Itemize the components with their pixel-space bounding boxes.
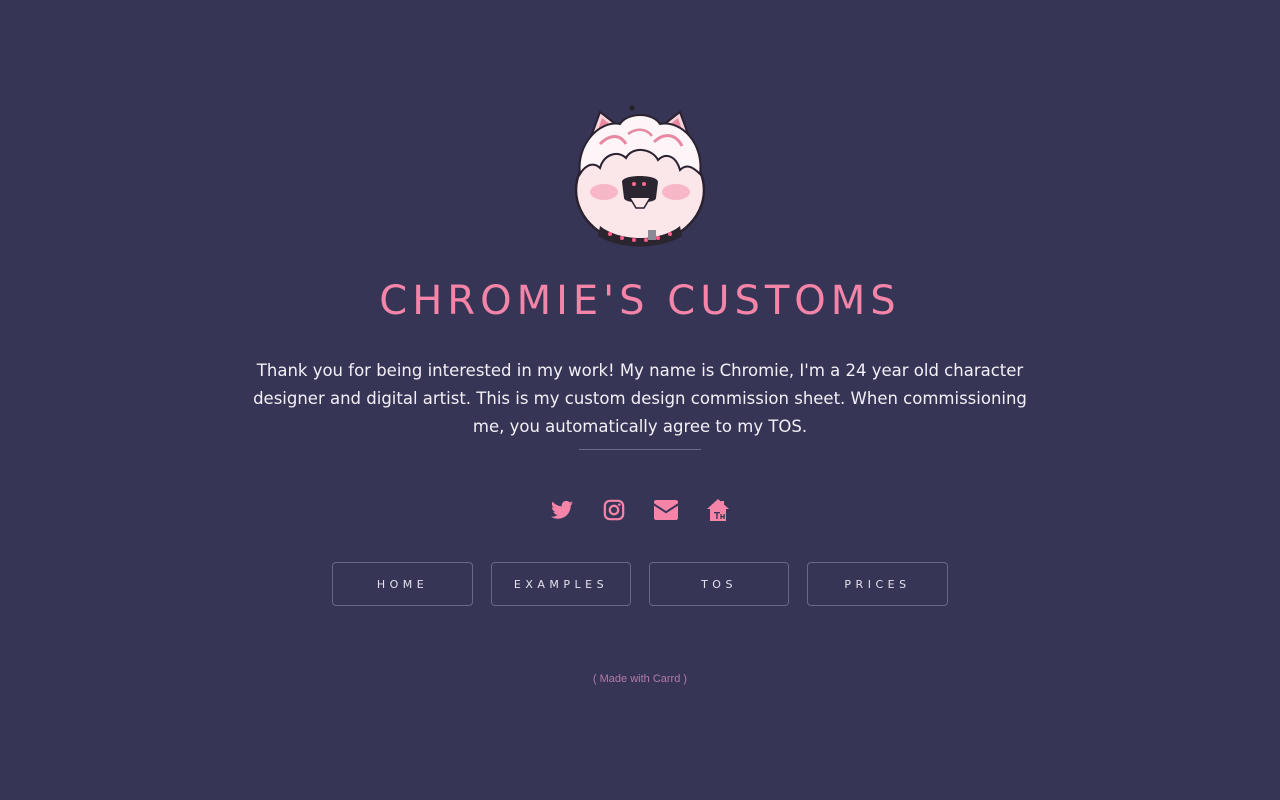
page: CHROMIE'S CUSTOMS Thank you for being in… [0, 0, 1280, 800]
envelope-icon [654, 500, 678, 520]
social-icons [540, 494, 740, 526]
twitter-link[interactable] [546, 494, 578, 526]
toyhouse-link[interactable] [702, 494, 734, 526]
nav-examples-button[interactable]: EXAMPLES [491, 562, 631, 606]
instagram-icon [603, 499, 625, 521]
twitter-icon [551, 500, 573, 519]
page-title: CHROMIE'S CUSTOMS [379, 278, 901, 324]
toyhouse-icon [707, 499, 729, 521]
made-with-carrd-link[interactable]: ( Made with Carrd ) [0, 673, 1280, 685]
email-link[interactable] [650, 494, 682, 526]
intro-text: Thank you for being interested in my wor… [253, 361, 1027, 436]
nav-tos-button[interactable]: TOS [649, 562, 789, 606]
nav-prices-button[interactable]: PRICES [807, 562, 948, 606]
divider [579, 449, 701, 450]
avatar [574, 105, 706, 247]
nav-home-button[interactable]: HOME [332, 562, 473, 606]
instagram-link[interactable] [598, 494, 630, 526]
